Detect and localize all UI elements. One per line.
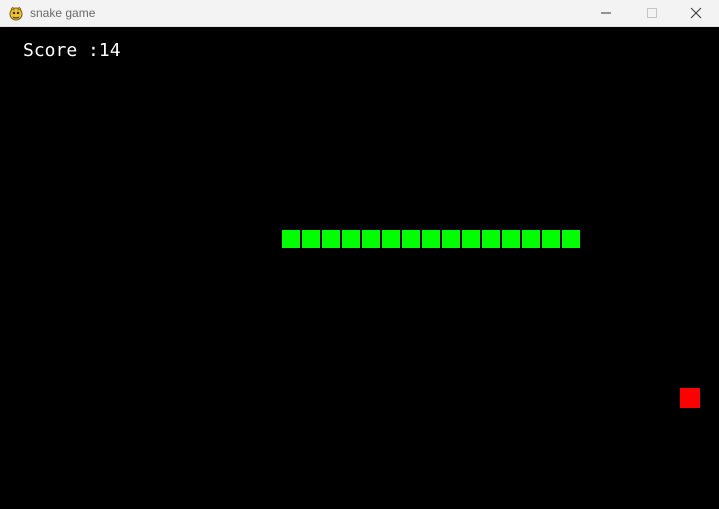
game-canvas[interactable]: Score :14 bbox=[0, 27, 719, 509]
snake-segment bbox=[282, 230, 300, 248]
snake-segment bbox=[482, 230, 500, 248]
minimize-icon bbox=[601, 12, 611, 14]
snake-segment bbox=[342, 230, 360, 248]
snake-segment bbox=[402, 230, 420, 248]
title-bar[interactable]: snake game bbox=[0, 0, 719, 27]
snake-segment bbox=[542, 230, 560, 248]
game-window: snake game Score :14 bbox=[0, 0, 719, 509]
pygame-snake-icon bbox=[9, 6, 23, 21]
snake-segment bbox=[522, 230, 540, 248]
snake-segment bbox=[322, 230, 340, 248]
window-title: snake game bbox=[30, 6, 96, 20]
minimize-button[interactable] bbox=[583, 0, 629, 26]
close-icon bbox=[690, 7, 702, 19]
snake-head bbox=[562, 230, 580, 248]
close-button[interactable] bbox=[673, 0, 719, 26]
snake-segment bbox=[422, 230, 440, 248]
food-item bbox=[680, 388, 700, 408]
snake-segment bbox=[502, 230, 520, 248]
snake-segment bbox=[362, 230, 380, 248]
snake-segment bbox=[302, 230, 320, 248]
snake-segment bbox=[462, 230, 480, 248]
score-label: Score :14 bbox=[23, 40, 121, 61]
maximize-icon bbox=[647, 8, 657, 18]
snake-segment bbox=[382, 230, 400, 248]
snake-segment bbox=[442, 230, 460, 248]
maximize-button[interactable] bbox=[629, 0, 675, 26]
